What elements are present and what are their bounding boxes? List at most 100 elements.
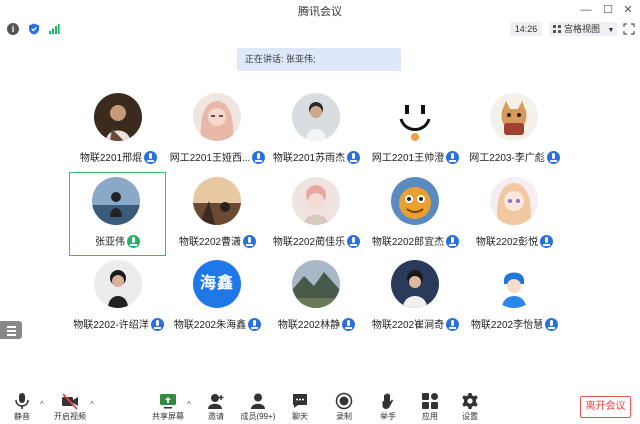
- chevron-up-icon[interactable]: ^: [40, 400, 44, 409]
- chevron-up-icon[interactable]: ^: [90, 400, 94, 409]
- mic-icon: [446, 151, 460, 164]
- side-panel-toggle[interactable]: [0, 321, 22, 339]
- title-bar: 腾讯会议 — ☐ ✕: [0, 0, 640, 20]
- participant-tile[interactable]: 物联2202李怡慧: [466, 255, 563, 339]
- participant-name: 物联2202李怡慧: [470, 320, 544, 331]
- avatar: [292, 177, 340, 225]
- participant-tile[interactable]: 物联2202彭悦: [466, 172, 563, 256]
- participant-name: 物联2202彭悦: [475, 237, 539, 248]
- participant-tile[interactable]: 网工2201王帅澄: [367, 88, 464, 172]
- invite-button[interactable]: 邀请: [196, 388, 236, 424]
- meeting-info-bar: i 14:26 宫格视图 ▼: [0, 20, 640, 38]
- participant-tile-active-speaker[interactable]: 张亚伟: [69, 172, 166, 256]
- apps-icon: [422, 393, 438, 409]
- meeting-time: 14:26: [510, 22, 542, 36]
- participant-tile[interactable]: 物联2202蔺佳乐: [268, 172, 365, 256]
- avatar-text: 海鑫: [193, 260, 241, 308]
- window-title: 腾讯会议: [298, 6, 342, 18]
- mic-icon: [540, 235, 554, 248]
- mic-icon: [243, 235, 257, 248]
- video-off-icon: [62, 393, 78, 410]
- avatar: [193, 177, 241, 225]
- mute-button[interactable]: 静音: [2, 388, 42, 424]
- share-screen-button[interactable]: 共享屏幕: [148, 388, 188, 424]
- members-button[interactable]: 成员(99+): [238, 388, 278, 424]
- microphone-icon: [15, 393, 29, 409]
- participant-name: 张亚伟: [95, 237, 125, 248]
- maximize-icon[interactable]: ☐: [600, 2, 616, 18]
- avatar: [391, 260, 439, 308]
- mic-speaking-icon: [127, 235, 140, 248]
- settings-button[interactable]: 设置: [450, 388, 490, 424]
- leave-meeting-button[interactable]: 离开会议: [580, 396, 631, 418]
- participant-name: 物联2202林静: [277, 320, 341, 331]
- avatar: [94, 93, 142, 141]
- participant-tile[interactable]: 网工2201王娅西...: [169, 88, 266, 172]
- mic-icon: [150, 318, 164, 331]
- participant-name: 物联2202朱海鑫: [173, 320, 247, 331]
- participant-tile[interactable]: 物联2201邢焜: [70, 88, 167, 172]
- share-screen-icon: [160, 394, 176, 409]
- participant-tile[interactable]: 海鑫 物联2202朱海鑫: [169, 255, 266, 339]
- fullscreen-icon[interactable]: [623, 23, 635, 35]
- participant-tile[interactable]: 物联2202崔涧奇: [367, 255, 464, 339]
- hand-icon: [382, 393, 393, 409]
- raise-hand-button[interactable]: 举手: [368, 388, 408, 424]
- avatar: [391, 177, 439, 225]
- participant-name: 网工2201王娅西...: [169, 153, 251, 164]
- participant-name: 网工2203-李广彪: [469, 153, 545, 164]
- shield-icon[interactable]: [28, 23, 40, 35]
- view-mode-label: 宫格视图: [564, 24, 601, 34]
- invite-icon: [208, 394, 224, 409]
- mic-icon: [342, 318, 356, 331]
- avatar: [490, 93, 538, 141]
- mic-icon: [446, 318, 460, 331]
- avatar: [391, 93, 439, 141]
- mic-icon: [248, 318, 262, 331]
- participant-tile[interactable]: 网工2203-李广彪: [466, 88, 563, 172]
- mic-icon: [546, 151, 560, 164]
- participant-tile[interactable]: 物联2202曹潇: [169, 172, 266, 256]
- mute-label: 静音: [14, 412, 30, 421]
- participant-name: 物联2201邢焜: [79, 153, 143, 164]
- speaking-indicator: 正在讲话: 张亚伟;: [237, 48, 401, 71]
- participant-tile[interactable]: 物联2202-许绍洋: [70, 255, 167, 339]
- share-screen-label: 共享屏幕: [152, 412, 184, 421]
- chevron-up-icon[interactable]: ^: [187, 400, 191, 409]
- participant-name: 物联2202-许绍洋: [73, 320, 149, 331]
- start-video-label: 开启视频: [54, 412, 86, 421]
- participant-name: 网工2201王帅澄: [371, 153, 445, 164]
- participant-tile[interactable]: 物联2202林静: [268, 255, 365, 339]
- start-video-button[interactable]: 开启视频: [50, 388, 90, 424]
- participant-name: 物联2202郎宜杰: [371, 237, 445, 248]
- mic-icon: [347, 151, 361, 164]
- close-icon[interactable]: ✕: [620, 2, 636, 18]
- avatar: [94, 260, 142, 308]
- minimize-icon[interactable]: —: [578, 2, 594, 18]
- record-icon: [335, 392, 353, 410]
- participant-tile[interactable]: 物联2201苏雨杰: [268, 88, 365, 172]
- settings-label: 设置: [462, 412, 478, 421]
- avatar: [92, 177, 140, 225]
- participant-name: 物联2202曹潇: [178, 237, 242, 248]
- participant-name: 物联2201苏雨杰: [272, 153, 346, 164]
- mic-icon: [545, 318, 559, 331]
- meeting-toolbar: 静音 ^ 开启视频 ^ 共享屏幕 ^ 邀请 成员(99+) 聊天 录制 举手 应…: [0, 388, 640, 424]
- avatar: [490, 260, 538, 308]
- avatar: [193, 93, 241, 141]
- participant-tile[interactable]: 物联2202郎宜杰: [367, 172, 464, 256]
- chevron-down-icon: ▼: [607, 27, 615, 34]
- avatar: [292, 260, 340, 308]
- grid-icon: [553, 25, 561, 33]
- participant-name: 物联2202蔺佳乐: [272, 237, 346, 248]
- participant-name: 物联2202崔涧奇: [371, 320, 445, 331]
- chat-button[interactable]: 聊天: [280, 388, 320, 424]
- mic-icon: [446, 235, 460, 248]
- network-signal-icon[interactable]: [48, 23, 60, 35]
- record-button[interactable]: 录制: [324, 388, 364, 424]
- view-mode-button[interactable]: 宫格视图 ▼: [549, 22, 617, 36]
- gear-icon: [462, 393, 478, 409]
- mic-icon: [144, 151, 158, 164]
- info-icon[interactable]: i: [7, 23, 19, 35]
- mic-icon: [347, 235, 361, 248]
